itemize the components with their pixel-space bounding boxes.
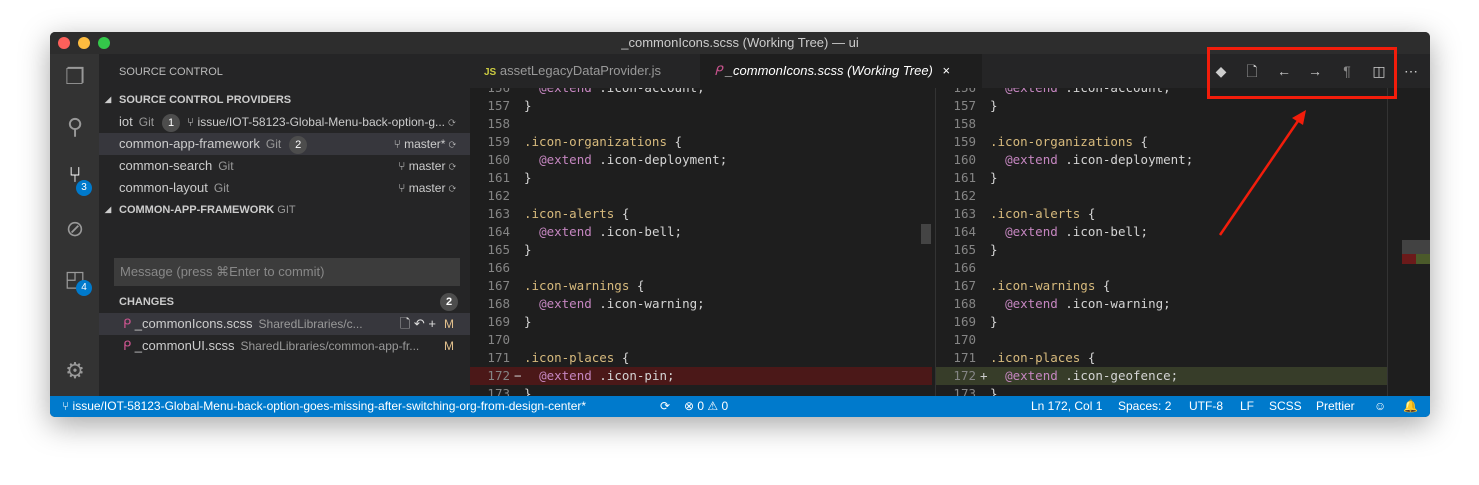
annotation-arrow bbox=[1218, 110, 1306, 236]
